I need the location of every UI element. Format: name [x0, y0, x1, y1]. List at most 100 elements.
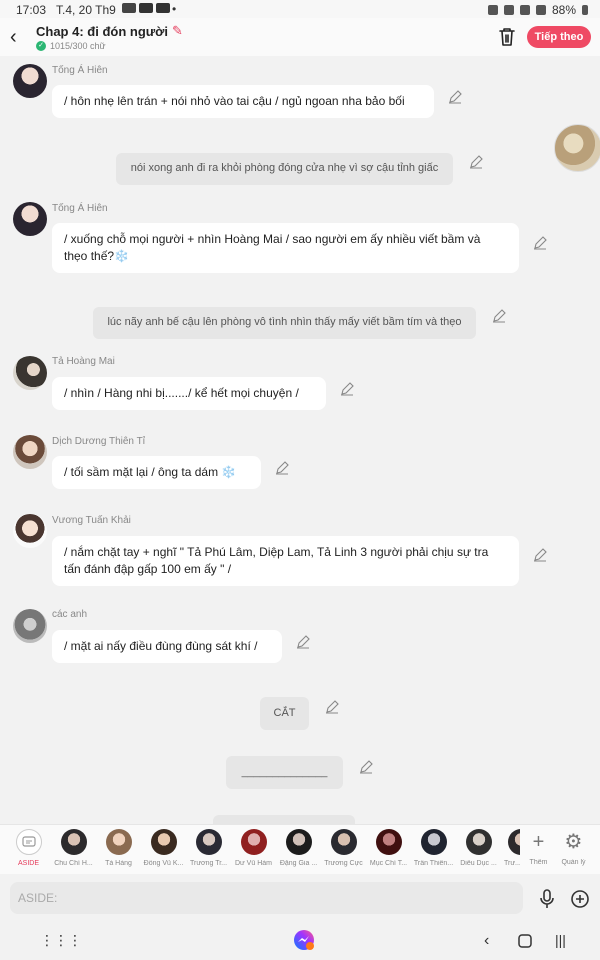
- character-name: Tống Á Hiên: [52, 65, 108, 76]
- dialogue-bubble[interactable]: / nhìn / Hàng nhi bị......./ kể hết mọi …: [52, 377, 326, 410]
- battery-icon: [582, 5, 588, 15]
- narration-bubble[interactable]: lúc nãy anh bế cậu lên phòng vô tình nhì…: [93, 307, 476, 339]
- avatar[interactable]: [13, 514, 47, 548]
- chapter-title[interactable]: Chap 4: đi đón người ✎: [36, 23, 183, 39]
- youtube-icon: [139, 3, 153, 13]
- avatar: [240, 829, 267, 855]
- avatar[interactable]: [13, 435, 47, 469]
- battery-level: 88%: [551, 3, 576, 17]
- chapter-title-text: Chap 4: đi đón người: [36, 23, 169, 39]
- narration-bubble[interactable]: ______________: [226, 756, 343, 789]
- story-header: ‹ Chap 4: đi đón người ✎ ✓ 1015/300 chữ …: [0, 18, 600, 56]
- status-bar: 17:03 T.4, 20 Th9 • 88%: [0, 0, 600, 18]
- avatar[interactable]: [13, 609, 47, 643]
- edit-pencil-icon[interactable]: [533, 548, 547, 562]
- add-circle-icon[interactable]: [570, 889, 590, 909]
- dialogue-bubble[interactable]: / xuống chỗ mọi người + nhìn Hoàng Mai /…: [52, 223, 519, 273]
- character-label: Mục Chí T...: [369, 860, 408, 867]
- character-name: các anh: [52, 609, 88, 620]
- gear-icon: ⚙: [564, 831, 583, 853]
- avatar: [330, 829, 357, 855]
- recents-icon[interactable]: |||: [555, 932, 566, 948]
- character-item[interactable]: Trương Cực: [321, 829, 366, 867]
- app-icon: [122, 3, 136, 13]
- character-label: Trần Thiên...: [413, 860, 454, 867]
- youtube-icon: [156, 3, 170, 13]
- back-arrow-icon[interactable]: ‹: [10, 26, 17, 49]
- avatar: [150, 829, 177, 855]
- chat-bubble-icon: [15, 829, 42, 855]
- avatar: [420, 829, 447, 855]
- status-date: T.4, 20 Th9: [56, 3, 116, 17]
- back-nav-icon[interactable]: ‹: [484, 932, 489, 950]
- edit-pencil-icon[interactable]: [325, 700, 339, 714]
- check-icon: ✓: [36, 41, 46, 51]
- wifi-icon: [519, 5, 530, 15]
- edit-pencil-icon[interactable]: [275, 461, 289, 475]
- system-nav-bar: ⋮⋮⋮ ‹ |||: [0, 922, 600, 960]
- input-bar: [0, 874, 600, 922]
- mute-icon: [503, 5, 514, 15]
- word-count: ✓ 1015/300 chữ: [36, 41, 106, 51]
- signal-icon: [535, 5, 546, 15]
- avatar: [195, 829, 222, 855]
- character-name: Tống Á Hiên: [52, 203, 108, 214]
- edit-pencil-icon[interactable]: [469, 155, 483, 169]
- character-bar[interactable]: ASIDE Chu Chí H... Tả Hàng Đồng Vũ K... …: [0, 824, 600, 874]
- avatar: [285, 829, 312, 855]
- dialogue-bubble[interactable]: / hôn nhẹ lên trán + nói nhỏ vào tai cậu…: [52, 85, 434, 118]
- avatar[interactable]: [13, 64, 47, 98]
- avatar: [105, 829, 132, 855]
- avatar: [60, 829, 87, 855]
- microphone-icon[interactable]: [538, 889, 556, 909]
- character-aside[interactable]: ASIDE: [6, 829, 51, 867]
- character-item[interactable]: Chu Chí H...: [51, 829, 96, 867]
- avatar: [465, 829, 492, 855]
- character-label: Đồng Vũ K...: [143, 860, 184, 867]
- dialogue-bubble[interactable]: / nắm chặt tay + nghĩ " Tả Phú Lâm, Diệp…: [52, 536, 519, 586]
- dialogue-bubble[interactable]: / mặt ai nấy điều đùng đùng sát khí /: [52, 630, 282, 663]
- character-item[interactable]: Trần Thiên...: [411, 829, 456, 867]
- messenger-icon[interactable]: [293, 929, 315, 956]
- character-name: Vương Tuấn Khải: [52, 515, 131, 526]
- home-icon[interactable]: [518, 934, 532, 953]
- status-right: 88%: [487, 3, 588, 17]
- avatar[interactable]: [13, 356, 47, 390]
- manage-button[interactable]: ⚙ Quản lý: [551, 829, 596, 866]
- character-item[interactable]: Đồng Vũ K...: [141, 829, 186, 867]
- dialogue-bubble[interactable]: / tối sầm mặt lại / ông ta dám ❄️: [52, 456, 261, 489]
- character-label: Trương Cực: [324, 860, 363, 867]
- edit-pencil-icon[interactable]: [492, 309, 506, 323]
- character-item[interactable]: Trương Tr...: [186, 829, 231, 867]
- narration-bubble[interactable]: [213, 815, 355, 824]
- edit-pencil-icon[interactable]: [340, 382, 354, 396]
- plus-icon: +: [532, 831, 545, 853]
- character-item[interactable]: Dư Vũ Hàm: [231, 829, 276, 867]
- avatar[interactable]: [13, 202, 47, 236]
- character-label: Đặng Gia ...: [279, 860, 318, 867]
- character-item[interactable]: Diêu Dục ...: [456, 829, 501, 867]
- character-label: Chu Chí H...: [54, 860, 93, 867]
- character-label: ASIDE: [17, 860, 39, 867]
- character-item[interactable]: Mục Chí T...: [366, 829, 411, 867]
- next-button[interactable]: Tiếp theo: [527, 26, 591, 48]
- apps-grid-icon[interactable]: ⋮⋮⋮: [40, 932, 82, 949]
- narration-bubble[interactable]: CẮT: [260, 697, 309, 730]
- edit-pencil-icon[interactable]: [296, 635, 310, 649]
- word-count-text: 1015/300 chữ: [50, 41, 106, 51]
- floating-avatar[interactable]: [554, 124, 600, 172]
- character-label: Diêu Dục ...: [460, 860, 497, 867]
- narration-bubble[interactable]: nói xong anh đi ra khỏi phòng đóng cửa n…: [116, 153, 453, 185]
- story-feed[interactable]: Tống Á Hiên / hôn nhẹ lên trán + nói nhỏ…: [0, 56, 600, 824]
- lock-icon: [487, 5, 498, 15]
- edit-pencil-icon[interactable]: [359, 760, 373, 774]
- message-input[interactable]: [10, 882, 523, 914]
- edit-pencil-icon[interactable]: [533, 236, 547, 250]
- avatar: [375, 829, 402, 855]
- character-item[interactable]: Tả Hàng: [96, 829, 141, 867]
- character-item[interactable]: Đặng Gia ...: [276, 829, 321, 867]
- character-label: Dư Vũ Hàm: [235, 860, 272, 867]
- edit-pencil-icon[interactable]: ✎: [172, 23, 183, 39]
- trash-icon[interactable]: [498, 27, 516, 47]
- edit-pencil-icon[interactable]: [448, 90, 462, 104]
